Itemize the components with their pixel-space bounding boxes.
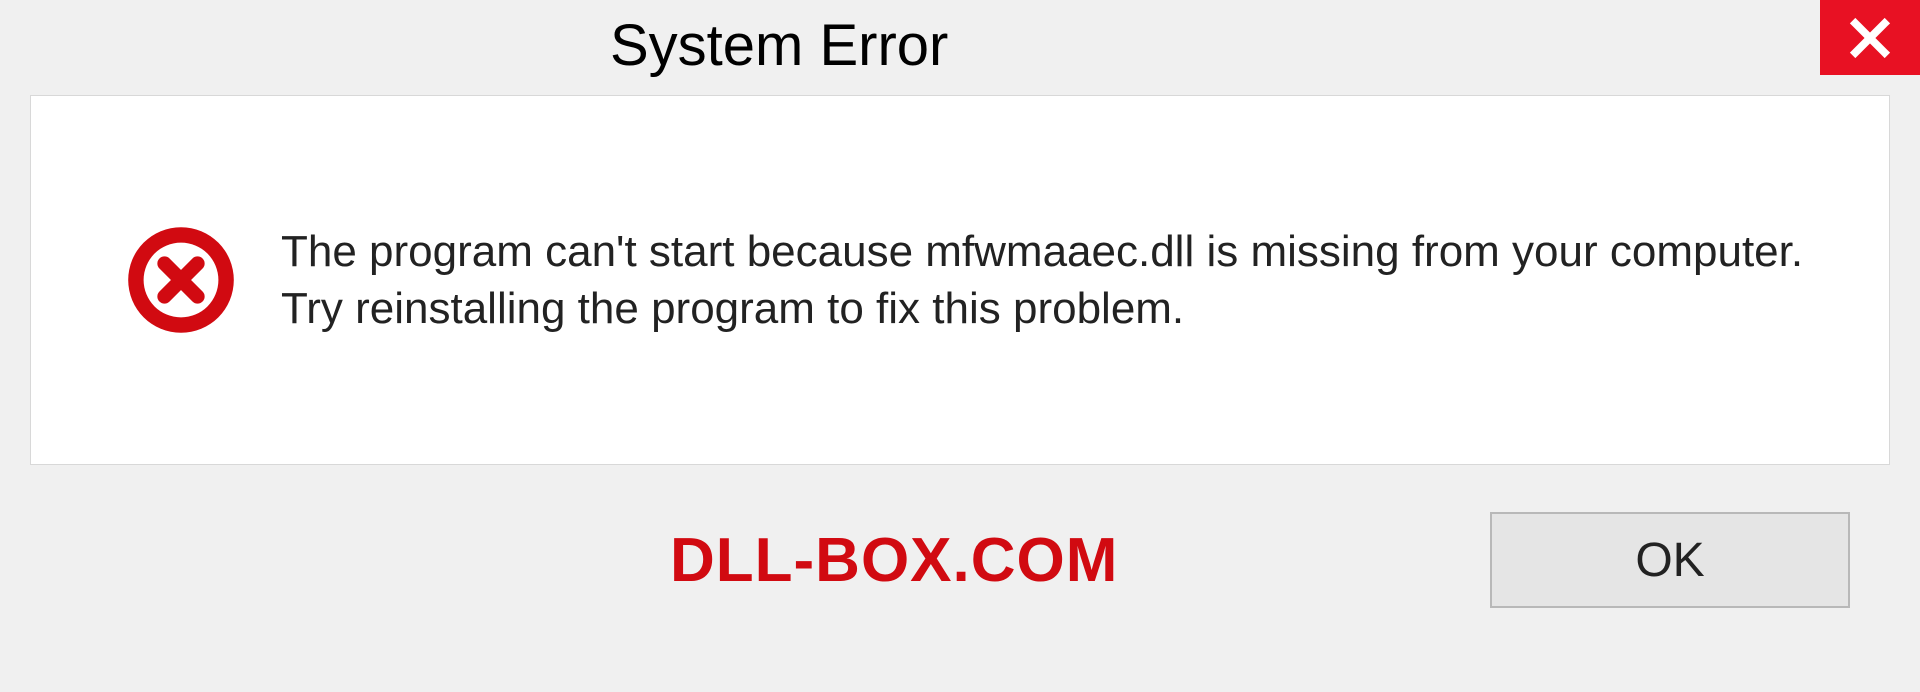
close-icon bbox=[1848, 16, 1892, 60]
dialog-title: System Error bbox=[610, 12, 948, 79]
watermark-text: DLL-BOX.COM bbox=[670, 525, 1118, 596]
ok-button-label: OK bbox=[1635, 533, 1704, 588]
footer: DLL-BOX.COM OK bbox=[30, 465, 1890, 655]
titlebar: System Error bbox=[0, 0, 1920, 95]
error-circle-x-icon bbox=[126, 225, 236, 335]
content-panel: The program can't start because mfwmaaec… bbox=[30, 95, 1890, 465]
ok-button[interactable]: OK bbox=[1490, 512, 1850, 608]
error-message: The program can't start because mfwmaaec… bbox=[281, 223, 1889, 337]
close-button[interactable] bbox=[1820, 0, 1920, 75]
